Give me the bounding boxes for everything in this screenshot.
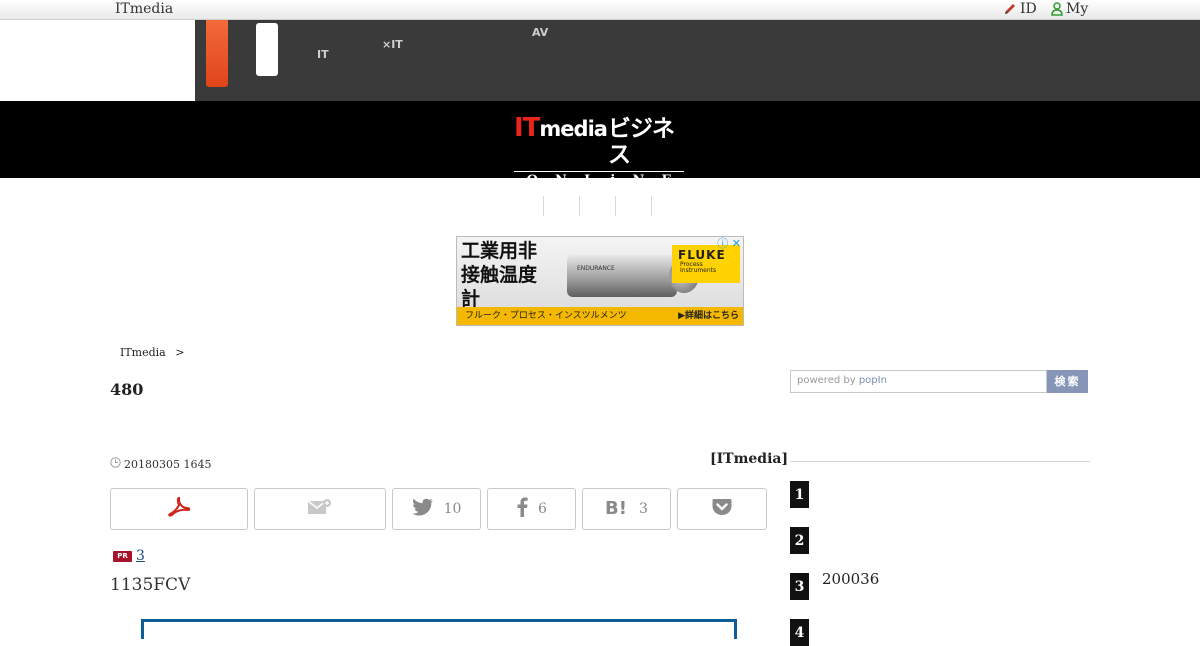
- ranking-number: 3: [790, 573, 809, 600]
- nav-item-line1: [317, 28, 329, 39]
- popin-logo: popIn: [858, 375, 887, 386]
- ad-bar-text: フルーク・プロセス・インスツルメンツ: [465, 311, 627, 321]
- my-link[interactable]: My: [1051, 1, 1088, 17]
- article-title: 480: [110, 380, 144, 399]
- top-bar: ITmedia ID My: [0, 0, 1200, 20]
- pdf-icon: [168, 496, 191, 521]
- ad-more-link[interactable]: ▶詳細はこちら: [678, 307, 739, 325]
- search-placeholder-prefix: powered by: [797, 375, 859, 386]
- site-logo[interactable]: IT media ビジネス O N L i N E: [514, 115, 686, 189]
- twitter-count: 10: [443, 501, 462, 517]
- logo-band: IT media ビジネス O N L i N E: [0, 101, 1200, 189]
- article-author: [ITmedia]: [710, 451, 789, 467]
- nav-background: [195, 20, 1200, 101]
- subnav-divider: [579, 196, 580, 216]
- breadcrumb: ITmedia >: [120, 346, 184, 359]
- twitter-share-button[interactable]: 10: [392, 488, 481, 530]
- pocket-button[interactable]: [677, 488, 767, 530]
- banner-ad[interactable]: 工業用非接触温度計 ENDURANCE FLUKE Process Instru…: [456, 236, 744, 326]
- ad-headline: 工業用非接触温度計: [461, 240, 538, 310]
- sidebar-divider: [790, 461, 1090, 462]
- ranking-item-3-link[interactable]: 200036: [822, 570, 879, 588]
- ad-close-icon[interactable]: ⓘ ✕: [713, 237, 741, 251]
- hatena-bookmark-icon: B!: [605, 498, 629, 520]
- nav-tab-active[interactable]: [206, 20, 228, 87]
- logo-media: media: [539, 117, 608, 141]
- logo-online-letter: O: [526, 172, 538, 188]
- nav-item-x-it[interactable]: ×IT: [382, 28, 403, 50]
- mail-add-icon: [307, 498, 333, 520]
- pr-link[interactable]: 3: [136, 548, 145, 564]
- ad-footer-bar: フルーク・プロセス・インスツルメンツ ▶詳細はこちら: [457, 307, 743, 325]
- related-box: [141, 619, 737, 639]
- svg-text:B!: B!: [605, 498, 627, 516]
- subnav-divider: [543, 196, 544, 216]
- nav-item-line2: IT: [317, 48, 329, 61]
- global-nav: IT ×IT AV: [0, 20, 1200, 101]
- pr-line: PR 3: [113, 548, 145, 564]
- facebook-share-button[interactable]: 6: [487, 488, 576, 530]
- logo-wordmark: IT media ビジネス: [514, 115, 686, 168]
- logo-online-letter: E: [661, 172, 672, 188]
- id-link[interactable]: ID: [1003, 1, 1037, 17]
- nav-tab-white[interactable]: [256, 23, 278, 76]
- logo-online-letter: N: [555, 172, 567, 188]
- search-button[interactable]: 検索: [1047, 370, 1088, 393]
- pr-badge: PR: [113, 550, 132, 562]
- nav-item-av[interactable]: AV: [532, 27, 548, 38]
- logo-online-letter: L: [584, 172, 594, 188]
- logo-it: IT: [514, 113, 540, 143]
- thermometer-device-image: ENDURANCE: [567, 255, 699, 297]
- ranking-number: 2: [790, 527, 809, 554]
- logo-online: O N L i N E: [514, 171, 684, 189]
- ad-device-label: ENDURANCE: [577, 265, 615, 272]
- twitter-icon: [412, 498, 434, 520]
- itmedia-home-link[interactable]: ITmedia: [115, 1, 173, 17]
- logo-online-letter: i: [610, 172, 616, 188]
- search-input[interactable]: powered by popIn: [790, 370, 1047, 393]
- pencil-icon: [1003, 2, 1017, 16]
- ad-brand-sub: Process Instruments: [680, 261, 717, 274]
- pocket-icon: [712, 498, 732, 520]
- user-icon: [1051, 2, 1063, 16]
- breadcrumb-home[interactable]: ITmedia: [120, 346, 166, 359]
- pdf-button[interactable]: [110, 488, 248, 530]
- facebook-icon: [516, 497, 528, 521]
- id-label: ID: [1020, 1, 1037, 17]
- ranking-number: 1: [790, 481, 809, 508]
- breadcrumb-separator: >: [175, 346, 185, 359]
- nav-item-it[interactable]: IT: [317, 28, 329, 60]
- mail-button[interactable]: [254, 488, 386, 530]
- ranking-number: 4: [790, 619, 809, 646]
- hatena-count: 3: [639, 501, 648, 517]
- article-lead: 1135FCV: [110, 575, 191, 595]
- site-search: powered by popIn 検索: [790, 370, 1088, 393]
- hatena-bookmark-button[interactable]: B! 3: [582, 488, 671, 530]
- logo-online-letter: N: [632, 172, 645, 188]
- clock-icon: [110, 457, 121, 471]
- article-date: 20180305 1645: [110, 457, 211, 471]
- my-label: My: [1066, 1, 1089, 17]
- facebook-count: 6: [538, 501, 547, 517]
- nav-item-line2: ×IT: [382, 38, 403, 51]
- subnav-divider: [651, 196, 652, 216]
- logo-business: ビジネス: [607, 116, 675, 168]
- subnav-divider: [615, 196, 616, 216]
- nav-item-line1: AV: [532, 26, 549, 39]
- article-date-text: 20180305 1645: [124, 457, 212, 471]
- nav-blank-area: [0, 20, 195, 101]
